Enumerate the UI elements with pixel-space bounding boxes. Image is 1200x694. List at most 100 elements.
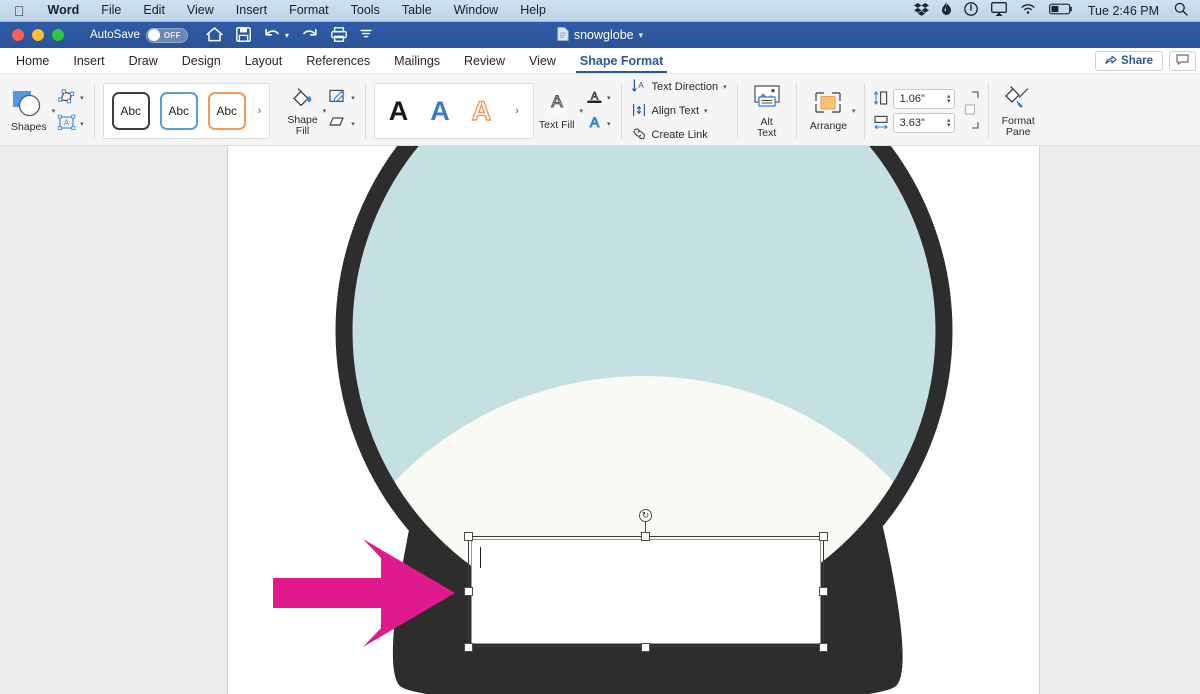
shape-styles-more-icon[interactable]: › — [256, 105, 262, 117]
tab-review[interactable]: Review — [452, 53, 517, 73]
customize-toolbar-icon[interactable] — [360, 28, 372, 42]
tab-draw[interactable]: Draw — [117, 53, 170, 73]
menu-item-insert[interactable]: Insert — [225, 0, 278, 21]
shape-fill-button[interactable]: ShapeFill — [282, 84, 322, 139]
shape-style-swatch-1-label: Abc — [120, 104, 141, 118]
shape-style-swatch-1[interactable]: Abc — [112, 92, 150, 130]
minimize-button[interactable] — [32, 29, 44, 41]
alt-text-button[interactable]: AltText — [746, 82, 788, 141]
menubar-clock[interactable]: Tue 2:46 PM — [1086, 4, 1161, 18]
menu-item-file[interactable]: File — [90, 0, 132, 21]
menu-item-view[interactable]: View — [176, 0, 225, 21]
menu-item-window[interactable]: Window — [443, 0, 509, 21]
share-icon — [1105, 54, 1117, 68]
text-effects-dropdown-icon[interactable]: ▾ — [607, 120, 611, 128]
shape-styles-gallery[interactable]: Abc Abc Abc › — [103, 83, 271, 139]
autosave-toggle[interactable]: OFF — [146, 28, 188, 43]
shape-width-input[interactable]: 3.63" ▴▾ — [893, 113, 955, 133]
text-outline-icon: A — [585, 88, 604, 108]
tab-insert[interactable]: Insert — [61, 53, 116, 73]
menu-item-tools[interactable]: Tools — [340, 0, 391, 21]
dropbox-icon[interactable] — [914, 3, 929, 19]
wordart-styles-more-icon[interactable]: › — [513, 105, 519, 117]
battery-icon[interactable] — [1049, 3, 1073, 18]
power-icon[interactable] — [964, 2, 978, 19]
text-box-row[interactable]: A ▾ — [57, 114, 84, 134]
arrange-button[interactable]: Arrange — [805, 88, 852, 134]
wordart-style-3[interactable]: A — [472, 98, 492, 125]
create-link-button[interactable]: Create Link — [630, 126, 729, 145]
format-pane-button[interactable]: FormatPane — [997, 83, 1040, 140]
text-outline-dropdown-icon[interactable]: ▾ — [607, 94, 611, 102]
wordart-style-2[interactable]: A — [430, 98, 450, 125]
redo-icon[interactable] — [302, 27, 318, 44]
text-commands-column: A Text Direction ▾ Align Text ▾ Create L… — [630, 78, 729, 145]
tab-design[interactable]: Design — [170, 53, 233, 73]
print-icon[interactable] — [331, 27, 347, 44]
home-icon[interactable] — [206, 27, 223, 44]
text-fill-button[interactable]: A Text Fill — [534, 89, 580, 133]
ribbon-shape-format: Shapes ▾ ▾ — [0, 74, 1200, 146]
tab-mailings[interactable]: Mailings — [382, 53, 452, 73]
menu-item-help[interactable]: Help — [509, 0, 557, 21]
text-direction-button[interactable]: A Text Direction ▾ — [630, 78, 729, 97]
text-outline-effects-column: A ▾ A ▾ — [583, 77, 613, 145]
shape-outline-effects-column: ▾ ▾ — [326, 77, 357, 145]
text-direction-dropdown-icon[interactable]: ▾ — [723, 83, 727, 91]
crop-position-icon[interactable] — [960, 89, 980, 134]
undo-dropdown-icon[interactable]: ▾ — [285, 31, 289, 40]
comments-button[interactable] — [1169, 51, 1196, 71]
tab-layout[interactable]: Layout — [233, 53, 295, 73]
shapes-button[interactable]: Shapes — [6, 88, 52, 135]
wordart-styles-gallery[interactable]: A A A › — [374, 83, 534, 139]
wordart-style-1-glyph: A — [389, 96, 409, 126]
text-effects-row[interactable]: A ▾ — [585, 114, 611, 134]
flame-icon[interactable] — [942, 2, 951, 19]
document-canvas[interactable]: ↻ — [0, 146, 1200, 694]
menu-item-word[interactable]: Word — [37, 0, 91, 21]
mac-menu-bar:  Word File Edit View Insert Format Tool… — [0, 0, 1200, 22]
shape-style-swatch-2-label: Abc — [168, 104, 189, 118]
shape-outline-row[interactable]: ▾ — [328, 88, 355, 108]
ribbon-separator — [621, 83, 622, 139]
share-button[interactable]: Share — [1095, 51, 1163, 71]
document-icon — [557, 27, 569, 44]
autosave-control[interactable]: AutoSave OFF — [90, 28, 188, 43]
ribbon-separator — [94, 83, 95, 139]
text-outline-row[interactable]: A ▾ — [585, 88, 611, 108]
undo-icon[interactable] — [264, 27, 281, 44]
shape-style-swatch-2[interactable]: Abc — [160, 92, 198, 130]
shape-height-input[interactable]: 1.06" ▴▾ — [893, 89, 955, 109]
search-icon[interactable] — [1174, 2, 1188, 19]
menu-item-table[interactable]: Table — [391, 0, 443, 21]
edit-shape-dropdown-icon[interactable]: ▾ — [80, 94, 84, 102]
shape-width-stepper[interactable]: ▴▾ — [947, 118, 951, 128]
zoom-button[interactable] — [52, 29, 64, 41]
tab-shape-format[interactable]: Shape Format — [568, 53, 675, 73]
airplay-icon[interactable] — [991, 2, 1007, 19]
document-menu-chevron-icon[interactable]: ▾ — [639, 30, 644, 41]
tab-home[interactable]: Home — [4, 53, 61, 73]
edit-shape-row[interactable]: ▾ — [57, 88, 84, 108]
tab-references[interactable]: References — [294, 53, 382, 73]
menu-item-edit[interactable]: Edit — [132, 0, 176, 21]
wordart-style-1[interactable]: A — [389, 98, 409, 125]
shape-style-swatch-3[interactable]: Abc — [208, 92, 246, 130]
align-text-button[interactable]: Align Text ▾ — [630, 102, 729, 121]
text-box-dropdown-icon[interactable]: ▾ — [80, 120, 84, 128]
quick-access-toolbar: ▾ — [206, 27, 372, 44]
shape-effects-row[interactable]: ▾ — [328, 114, 355, 134]
alt-text-icon — [751, 84, 783, 115]
menu-item-format[interactable]: Format — [278, 0, 340, 21]
shape-height-stepper[interactable]: ▴▾ — [947, 94, 951, 104]
tab-view[interactable]: View — [517, 53, 568, 73]
shape-outline-dropdown-icon[interactable]: ▾ — [351, 94, 355, 102]
arrange-dropdown-icon[interactable]: ▾ — [852, 107, 856, 115]
apple-icon[interactable]:  — [8, 1, 37, 21]
autosave-state: OFF — [164, 31, 181, 40]
close-button[interactable] — [12, 29, 24, 41]
align-text-dropdown-icon[interactable]: ▾ — [704, 107, 708, 115]
wifi-icon[interactable] — [1020, 3, 1036, 18]
shape-effects-dropdown-icon[interactable]: ▾ — [351, 120, 355, 128]
save-icon[interactable] — [236, 27, 251, 44]
